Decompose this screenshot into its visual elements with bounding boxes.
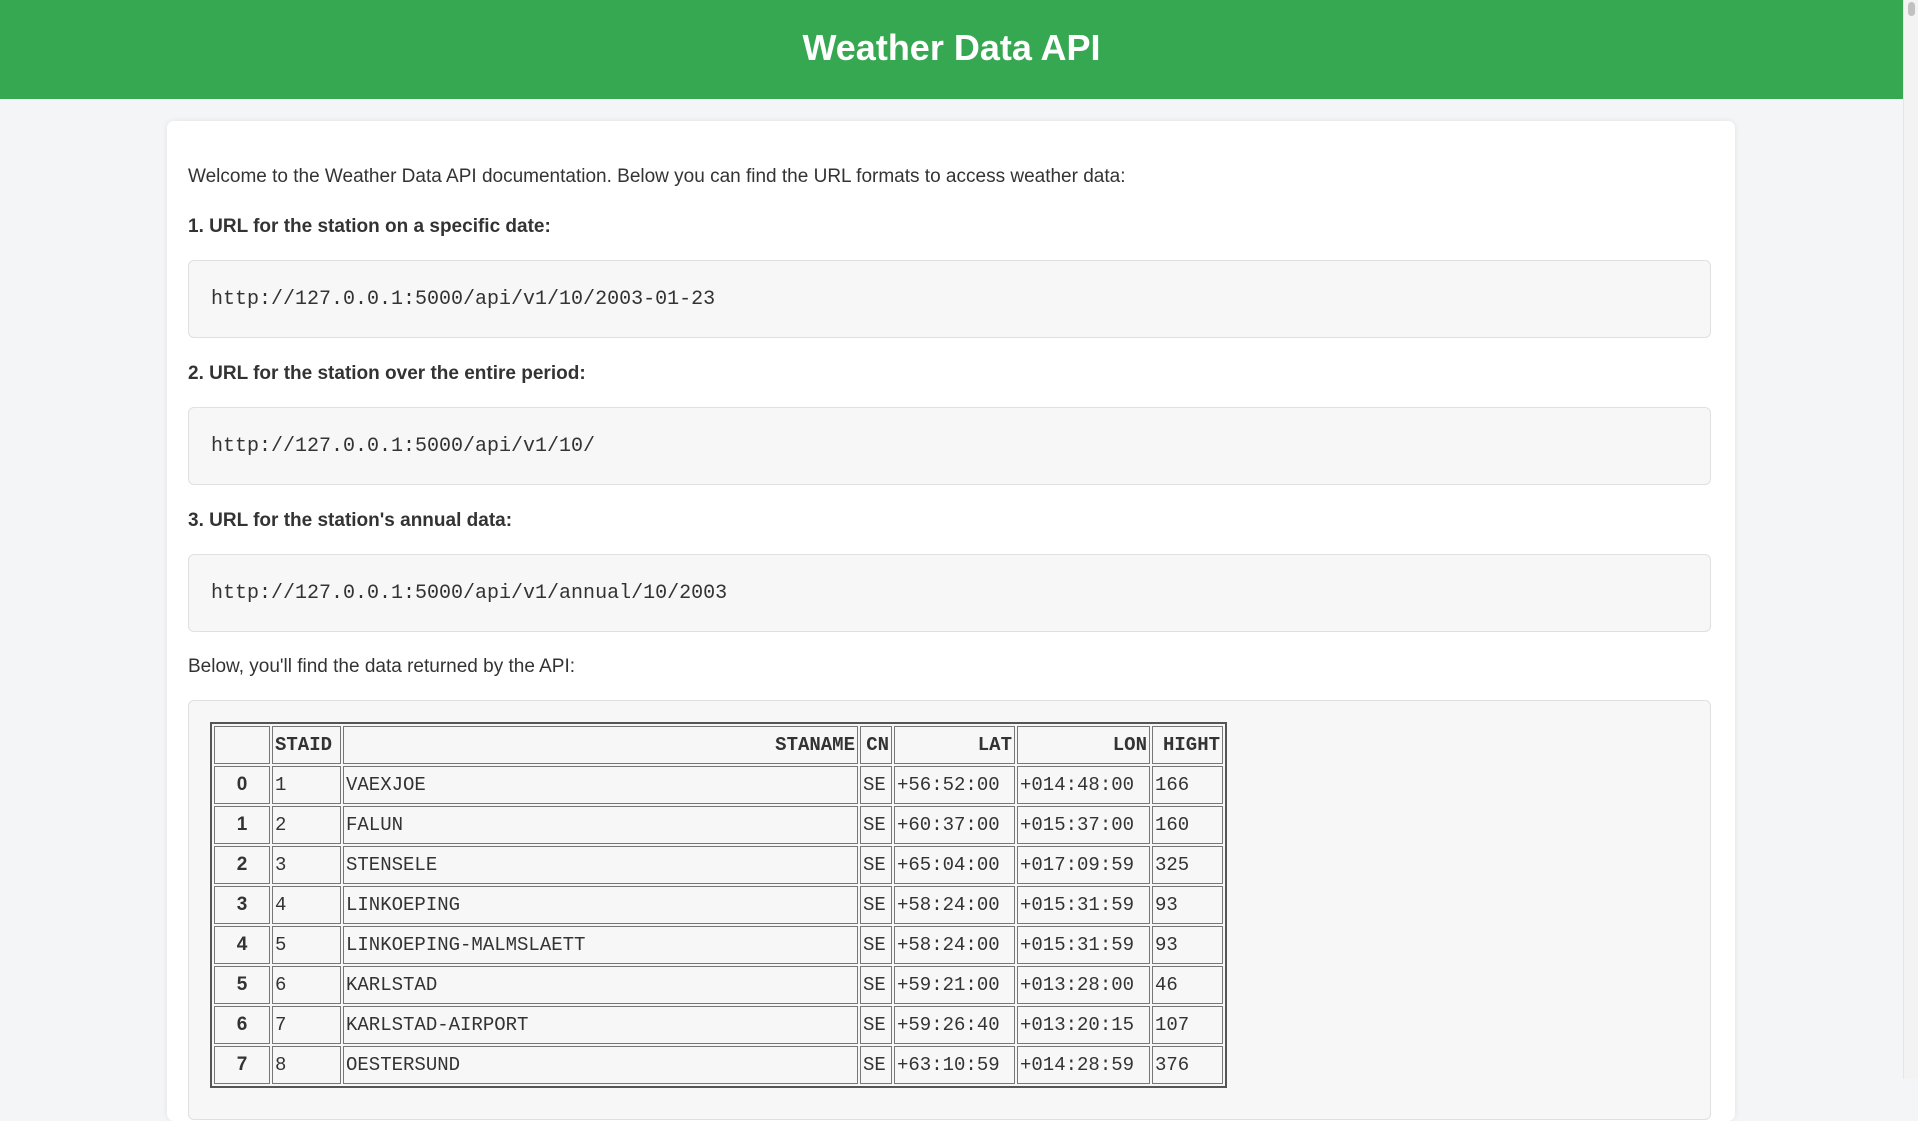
cell-lat: +59:26:40 bbox=[894, 1006, 1015, 1044]
table-row: 4 5 LINKOEPING-MALMSLAETT SE +58:24:00 +… bbox=[214, 926, 1223, 964]
cell-staname: KARLSTAD bbox=[343, 966, 858, 1004]
table-row: 3 4 LINKOEPING SE +58:24:00 +015:31:59 9… bbox=[214, 886, 1223, 924]
table-row: 0 1 VAEXJOE SE +56:52:00 +014:48:00 166 bbox=[214, 766, 1223, 804]
row-index: 1 bbox=[214, 806, 270, 844]
cell-lon: +015:31:59 bbox=[1017, 926, 1150, 964]
cell-lat: +56:52:00 bbox=[894, 766, 1015, 804]
cell-staid: 7 bbox=[272, 1006, 341, 1044]
cell-lon: +014:28:59 bbox=[1017, 1046, 1150, 1084]
cell-hight: 46 bbox=[1152, 966, 1223, 1004]
cell-staid: 5 bbox=[272, 926, 341, 964]
cell-cn: SE bbox=[860, 766, 892, 804]
cell-staname: OESTERSUND bbox=[343, 1046, 858, 1084]
page-header: Weather Data API bbox=[0, 0, 1903, 99]
column-header-staid: STAID bbox=[272, 726, 341, 764]
row-index: 6 bbox=[214, 1006, 270, 1044]
cell-staid: 2 bbox=[272, 806, 341, 844]
cell-lat: +60:37:00 bbox=[894, 806, 1015, 844]
data-table-container: STAID STANAME CN LAT LON HIGHT 0 1 VAEXJ… bbox=[188, 700, 1711, 1120]
row-index: 2 bbox=[214, 846, 270, 884]
scrollbar-thumb[interactable] bbox=[1908, 2, 1915, 16]
url-box-entire-period: http://127.0.0.1:5000/api/v1/10/ bbox=[188, 407, 1711, 485]
intro-text: Welcome to the Weather Data API document… bbox=[188, 166, 1126, 187]
cell-hight: 166 bbox=[1152, 766, 1223, 804]
url-box-annual-data: http://127.0.0.1:5000/api/v1/annual/10/2… bbox=[188, 554, 1711, 632]
cell-staname: VAEXJOE bbox=[343, 766, 858, 804]
cell-cn: SE bbox=[860, 886, 892, 924]
cell-lat: +63:10:59 bbox=[894, 1046, 1015, 1084]
row-index: 5 bbox=[214, 966, 270, 1004]
stations-table: STAID STANAME CN LAT LON HIGHT 0 1 VAEXJ… bbox=[210, 722, 1227, 1088]
cell-hight: 93 bbox=[1152, 886, 1223, 924]
cell-cn: SE bbox=[860, 846, 892, 884]
url-entire-period[interactable]: http://127.0.0.1:5000/api/v1/10/ bbox=[211, 435, 595, 458]
cell-staname: LINKOEPING-MALMSLAETT bbox=[343, 926, 858, 964]
row-index: 0 bbox=[214, 766, 270, 804]
vertical-scrollbar[interactable] bbox=[1903, 0, 1918, 1079]
cell-lon: +013:20:15 bbox=[1017, 1006, 1150, 1044]
column-header-hight: HIGHT bbox=[1152, 726, 1223, 764]
row-index: 3 bbox=[214, 886, 270, 924]
cell-hight: 93 bbox=[1152, 926, 1223, 964]
cell-staid: 6 bbox=[272, 966, 341, 1004]
cell-hight: 376 bbox=[1152, 1046, 1223, 1084]
cell-lat: +65:04:00 bbox=[894, 846, 1015, 884]
cell-lon: +017:09:59 bbox=[1017, 846, 1150, 884]
url-specific-date[interactable]: http://127.0.0.1:5000/api/v1/10/2003-01-… bbox=[211, 288, 715, 311]
documentation-card: Welcome to the Weather Data API document… bbox=[167, 121, 1735, 1121]
cell-lat: +58:24:00 bbox=[894, 926, 1015, 964]
cell-cn: SE bbox=[860, 926, 892, 964]
cell-hight: 160 bbox=[1152, 806, 1223, 844]
cell-lon: +014:48:00 bbox=[1017, 766, 1150, 804]
cell-lat: +59:21:00 bbox=[894, 966, 1015, 1004]
cell-lon: +015:37:00 bbox=[1017, 806, 1150, 844]
section-title-annual-data: 3. URL for the station's annual data: bbox=[188, 510, 513, 531]
column-header-cn: CN bbox=[860, 726, 892, 764]
table-row: 5 6 KARLSTAD SE +59:21:00 +013:28:00 46 bbox=[214, 966, 1223, 1004]
cell-lon: +015:31:59 bbox=[1017, 886, 1150, 924]
cell-cn: SE bbox=[860, 966, 892, 1004]
table-row: 2 3 STENSELE SE +65:04:00 +017:09:59 325 bbox=[214, 846, 1223, 884]
url-box-specific-date: http://127.0.0.1:5000/api/v1/10/2003-01-… bbox=[188, 260, 1711, 338]
cell-cn: SE bbox=[860, 1006, 892, 1044]
section-title-entire-period: 2. URL for the station over the entire p… bbox=[188, 363, 586, 384]
cell-cn: SE bbox=[860, 1046, 892, 1084]
cell-staid: 8 bbox=[272, 1046, 341, 1084]
column-header-index bbox=[214, 726, 270, 764]
data-intro-text: Below, you'll find the data returned by … bbox=[188, 656, 576, 677]
cell-staid: 4 bbox=[272, 886, 341, 924]
table-row: 7 8 OESTERSUND SE +63:10:59 +014:28:59 3… bbox=[214, 1046, 1223, 1084]
row-index: 4 bbox=[214, 926, 270, 964]
cell-staid: 1 bbox=[272, 766, 341, 804]
cell-staname: FALUN bbox=[343, 806, 858, 844]
table-header-row: STAID STANAME CN LAT LON HIGHT bbox=[214, 726, 1223, 764]
cell-hight: 107 bbox=[1152, 1006, 1223, 1044]
cell-cn: SE bbox=[860, 806, 892, 844]
cell-hight: 325 bbox=[1152, 846, 1223, 884]
row-index: 7 bbox=[214, 1046, 270, 1084]
url-annual-data[interactable]: http://127.0.0.1:5000/api/v1/annual/10/2… bbox=[211, 582, 727, 605]
cell-staname: LINKOEPING bbox=[343, 886, 858, 924]
column-header-lat: LAT bbox=[894, 726, 1015, 764]
table-row: 1 2 FALUN SE +60:37:00 +015:37:00 160 bbox=[214, 806, 1223, 844]
page-title: Weather Data API bbox=[802, 26, 1101, 68]
column-header-staname: STANAME bbox=[343, 726, 858, 764]
cell-lat: +58:24:00 bbox=[894, 886, 1015, 924]
cell-staname: KARLSTAD-AIRPORT bbox=[343, 1006, 858, 1044]
section-title-specific-date: 1. URL for the station on a specific dat… bbox=[188, 216, 551, 237]
table-row: 6 7 KARLSTAD-AIRPORT SE +59:26:40 +013:2… bbox=[214, 1006, 1223, 1044]
cell-lon: +013:28:00 bbox=[1017, 966, 1150, 1004]
column-header-lon: LON bbox=[1017, 726, 1150, 764]
cell-staid: 3 bbox=[272, 846, 341, 884]
cell-staname: STENSELE bbox=[343, 846, 858, 884]
